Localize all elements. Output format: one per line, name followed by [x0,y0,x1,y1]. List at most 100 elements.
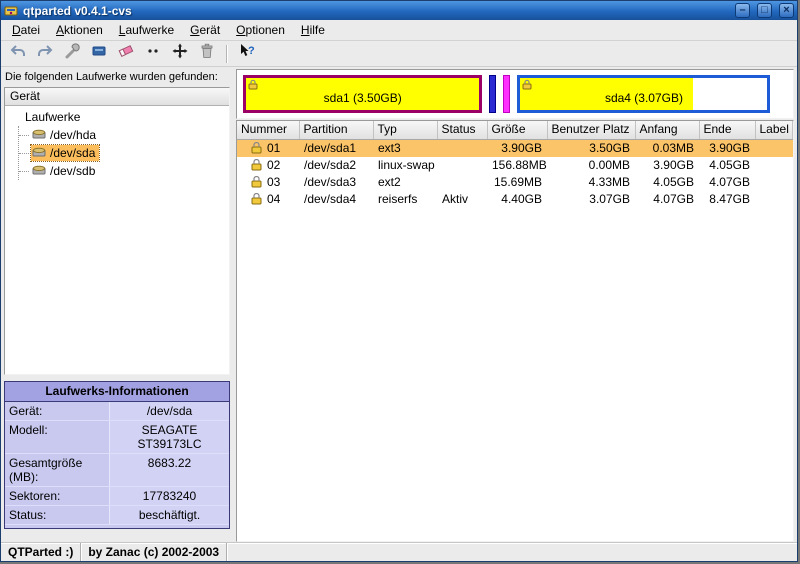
app-icon[interactable] [4,4,18,18]
table-row[interactable]: 01 /dev/sda1 ext3 3.90GB 3.50GB 0.03MB 3… [237,140,793,157]
cell-ende: 8.47GB [699,191,755,208]
resize-button[interactable] [140,43,166,65]
partition-segment-sda4[interactable]: sda4 (3.07GB) [517,75,770,113]
segment-fill [504,76,509,112]
right-panel: sda1 (3.50GB) sda4 (3.07GB) [236,69,794,542]
info-label: Sektoren: [5,487,109,505]
col-header-label[interactable]: Label [755,121,793,140]
menu-item-hilfe[interactable]: Hilfe [294,21,332,39]
segment-label: sda4 (3.07GB) [520,86,767,110]
found-devices-heading: Die folgenden Laufwerke wurden gefunden: [4,69,230,87]
device-item-hda[interactable]: /dev/hda [19,126,227,144]
cell-typ: linux-swap [373,157,437,174]
tree-column-header[interactable]: Gerät [5,88,229,106]
main-area: Die folgenden Laufwerke wurden gefunden:… [1,67,797,542]
statusbar: QTParted :) by Zanac (c) 2002-2003 [1,542,797,561]
drive-info-panel: Laufwerks-Informationen Gerät: /dev/sda … [4,381,230,529]
titlebar[interactable]: qtparted v0.4.1-cvs – □ × [1,1,797,20]
undo-button[interactable] [5,43,31,65]
menu-item-datei[interactable]: Datei [5,21,47,39]
cell-groesse: 156.88MB [487,157,547,174]
cell-groesse: 3.90GB [487,140,547,157]
device-item-sdb[interactable]: /dev/sdb [19,162,227,180]
info-label: Modell: [5,421,109,453]
format-button[interactable] [113,43,139,65]
cell-label [755,191,793,208]
tree-root-laufwerke[interactable]: Laufwerke [7,109,227,126]
col-header-status[interactable]: Status [437,121,487,140]
cell-benutzer-platz: 3.50GB [547,140,635,157]
cell-status [437,157,487,174]
info-row-status: Status: beschäftigt. [5,506,229,525]
info-row-gesamtgroesse: Gesamtgröße (MB): 8683.22 [5,454,229,487]
info-value: beschäftigt. [109,506,229,524]
col-header-ende[interactable]: Ende [699,121,755,140]
device-item-sda[interactable]: /dev/sda [19,144,227,162]
minimize-button[interactable]: – [735,3,750,18]
info-label: Gerät: [5,402,109,420]
cell-typ: ext2 [373,174,437,191]
info-value: 8683.22 [109,454,229,486]
info-label: Status: [5,506,109,524]
info-row-geraet: Gerät: /dev/sda [5,402,229,421]
col-header-benutzer-platz[interactable]: Benutzer Platz [547,121,635,140]
maximize-button[interactable]: □ [757,3,772,18]
cell-ende: 4.05GB [699,157,755,174]
table-row[interactable]: 04 /dev/sda4 reiserfs Aktiv 4.40GB 3.07G… [237,191,793,208]
redo-button[interactable] [32,43,58,65]
cell-label [755,157,793,174]
cell-groesse: 15.69MB [487,174,547,191]
cell-benutzer-platz: 3.07GB [547,191,635,208]
svg-text:?: ? [248,45,255,57]
window-title: qtparted v0.4.1-cvs [23,4,728,18]
menu-item-aktionen[interactable]: Aktionen [49,21,110,39]
table-row[interactable]: 02 /dev/sda2 linux-swap 156.88MB 0.00MB … [237,157,793,174]
table-row[interactable]: 03 /dev/sda3 ext2 15.69MB 4.33MB 4.05GB … [237,174,793,191]
move-button[interactable] [167,43,193,65]
device-label: /dev/sdb [50,164,95,178]
segment-label: sda1 (3.50GB) [246,86,479,110]
col-header-groesse[interactable]: Größe [487,121,547,140]
col-header-partition[interactable]: Partition [299,121,373,140]
col-header-anfang[interactable]: Anfang [635,121,699,140]
whats-this-icon: ? [238,42,256,65]
info-row-modell: Modell: SEAGATE ST39173LC [5,421,229,454]
col-header-nummer[interactable]: Nummer [237,121,299,140]
info-label: Gesamtgröße (MB): [5,454,109,486]
partition-icon [251,176,262,188]
disk-icon [32,165,46,177]
cell-benutzer-platz: 4.33MB [547,174,635,191]
trash-icon [198,42,216,65]
partition-icon [251,142,262,154]
create-partition-button[interactable] [86,43,112,65]
col-header-typ[interactable]: Typ [373,121,437,140]
partition-segment-sda3[interactable] [503,75,510,113]
tree-children: /dev/hda /dev/sda [18,126,227,180]
info-value: SEAGATE ST39173LC [109,421,229,453]
drive-info-title: Laufwerks-Informationen [5,382,229,402]
toolbar: ? [1,41,797,67]
status-credit: by Zanac (c) 2002-2003 [81,543,227,561]
partition-segment-sda2[interactable] [489,75,496,113]
cell-partition: /dev/sda3 [299,174,373,191]
qtparted-window: qtparted v0.4.1-cvs – □ × Datei Aktionen… [0,0,798,562]
menu-item-laufwerke[interactable]: Laufwerke [112,21,181,39]
wrench-icon [63,42,81,65]
status-filler [227,543,797,561]
cell-ende: 3.90GB [699,140,755,157]
property-button[interactable] [59,43,85,65]
whats-this-button[interactable]: ? [234,43,260,65]
menu-item-geraet[interactable]: Gerät [183,21,227,39]
partition-segment-sda1[interactable]: sda1 (3.50GB) [243,75,482,113]
menubar: Datei Aktionen Laufwerke Gerät Optionen … [1,20,797,41]
disk-icon [32,129,46,141]
partition-icon [251,159,262,171]
close-button[interactable]: × [779,3,794,18]
move-icon [171,42,189,65]
cell-status [437,140,487,157]
menu-item-optionen[interactable]: Optionen [229,21,292,39]
device-label: /dev/sda [50,146,95,160]
status-app-name: QTParted :) [1,543,81,561]
delete-button[interactable] [194,43,220,65]
cell-label [755,174,793,191]
